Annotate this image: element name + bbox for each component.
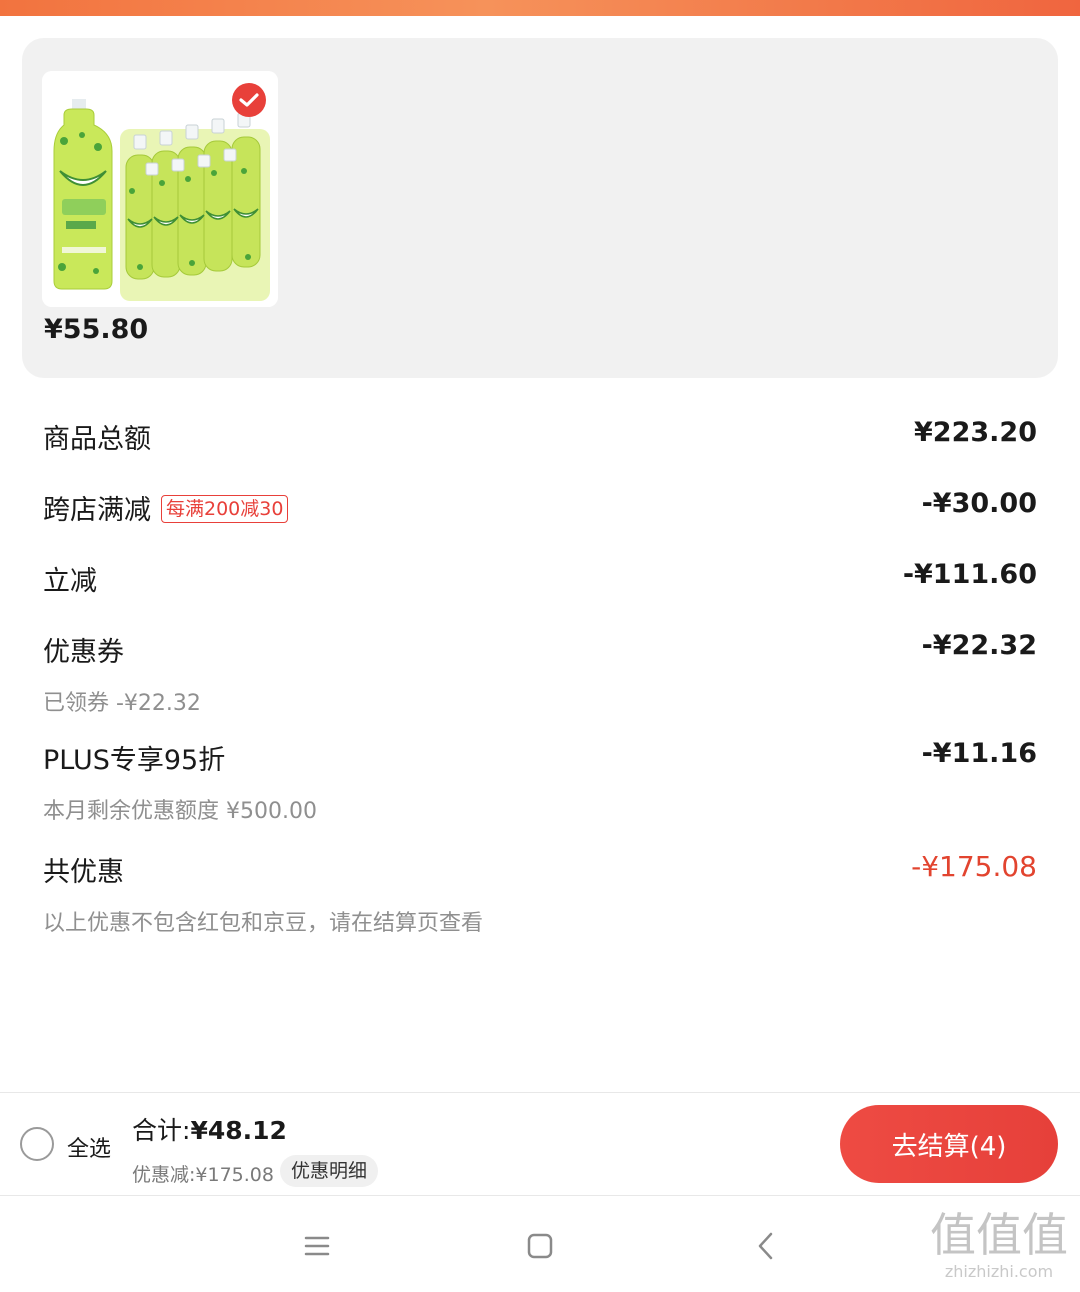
system-nav-bar: 值值值 zhizhizhi.com bbox=[0, 1198, 1080, 1292]
plus-quota-note: 本月剩余优惠额度 ¥500.00 bbox=[43, 799, 317, 824]
total-discount-label: 共优惠 bbox=[43, 857, 124, 888]
back-icon[interactable] bbox=[749, 1228, 785, 1264]
select-all-label[interactable]: 全选 bbox=[67, 1131, 111, 1163]
promo-tag: 每满200减30 bbox=[161, 495, 289, 523]
coupon-note: 已领券 -¥22.32 bbox=[43, 691, 201, 716]
product-card[interactable]: ¥55.80 bbox=[22, 38, 1058, 378]
instant-cut-value: -¥111.60 bbox=[902, 559, 1037, 590]
discount-summary: 优惠减:¥175.08 bbox=[132, 1164, 274, 1186]
total-discount-value: -¥175.08 bbox=[911, 850, 1037, 883]
goods-total-value: ¥223.20 bbox=[914, 417, 1037, 448]
coupon-value: -¥22.32 bbox=[921, 630, 1037, 661]
total-discount-note: 以上优惠不包含红包和京豆，请在结算页查看 bbox=[43, 911, 484, 936]
goods-total-label: 商品总额 bbox=[43, 424, 151, 455]
menu-icon[interactable] bbox=[299, 1228, 335, 1264]
checkout-bar: 全选 合计:¥48.12 优惠减:¥175.08 优惠明细 去结算(4) bbox=[0, 1092, 1080, 1196]
total-value: ¥48.12 bbox=[190, 1116, 287, 1145]
header-gradient-strip bbox=[0, 0, 1080, 16]
product-price: ¥55.80 bbox=[44, 314, 149, 345]
watermark-logo: 值值值 bbox=[930, 1208, 1068, 1262]
home-icon[interactable] bbox=[522, 1228, 558, 1264]
coupon-label: 优惠券 bbox=[43, 637, 124, 668]
selected-check-icon[interactable] bbox=[232, 83, 266, 117]
select-all-radio[interactable] bbox=[20, 1127, 54, 1161]
plus-discount-value: -¥11.16 bbox=[921, 738, 1037, 769]
checkout-button[interactable]: 去结算(4) bbox=[840, 1105, 1058, 1183]
cross-store-value: -¥30.00 bbox=[921, 488, 1037, 519]
cross-store-row: 跨店满减 每满200减30 bbox=[43, 488, 289, 527]
instant-cut-label: 立减 bbox=[43, 566, 97, 597]
watermark: 值值值 zhizhizhi.com bbox=[928, 1208, 1070, 1281]
watermark-url: zhizhizhi.com bbox=[944, 1262, 1054, 1281]
total-amount: 合计:¥48.12 bbox=[132, 1111, 287, 1147]
total-label: 合计: bbox=[132, 1116, 191, 1145]
discount-detail-button[interactable]: 优惠明细 bbox=[280, 1155, 379, 1187]
cross-store-label: 跨店满减 bbox=[43, 495, 151, 526]
plus-discount-label: PLUS专享95折 bbox=[43, 745, 226, 776]
